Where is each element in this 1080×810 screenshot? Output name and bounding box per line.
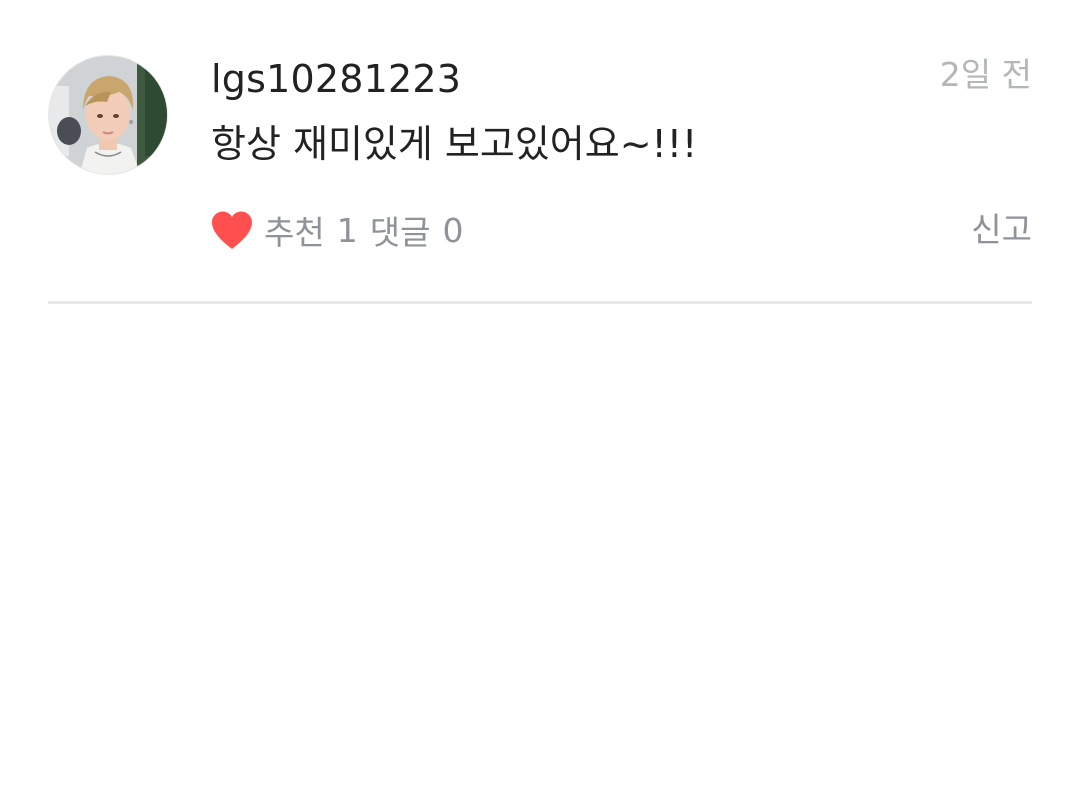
heart-icon[interactable]: [210, 210, 254, 250]
comment-actions: 추천 1 댓글 0: [210, 207, 475, 253]
username[interactable]: lgs10281223: [211, 56, 461, 102]
divider: [48, 301, 1032, 304]
avatar-photo: [49, 56, 167, 174]
report-button[interactable]: 신고: [971, 207, 1032, 253]
avatar[interactable]: [48, 55, 168, 175]
recommend-label[interactable]: 추천: [264, 206, 325, 254]
comment-text: 항상 재미있게 보고있어요~!!!: [211, 122, 698, 166]
timestamp: 2일 전: [939, 55, 1032, 94]
comment-item: lgs10281223 2일 전 항상 재미있게 보고있어요~!!! 추천 1 …: [48, 0, 1032, 304]
reply-count: 0: [442, 210, 464, 250]
reply-label[interactable]: 댓글: [370, 206, 431, 254]
recommend-count: 1: [336, 210, 358, 250]
